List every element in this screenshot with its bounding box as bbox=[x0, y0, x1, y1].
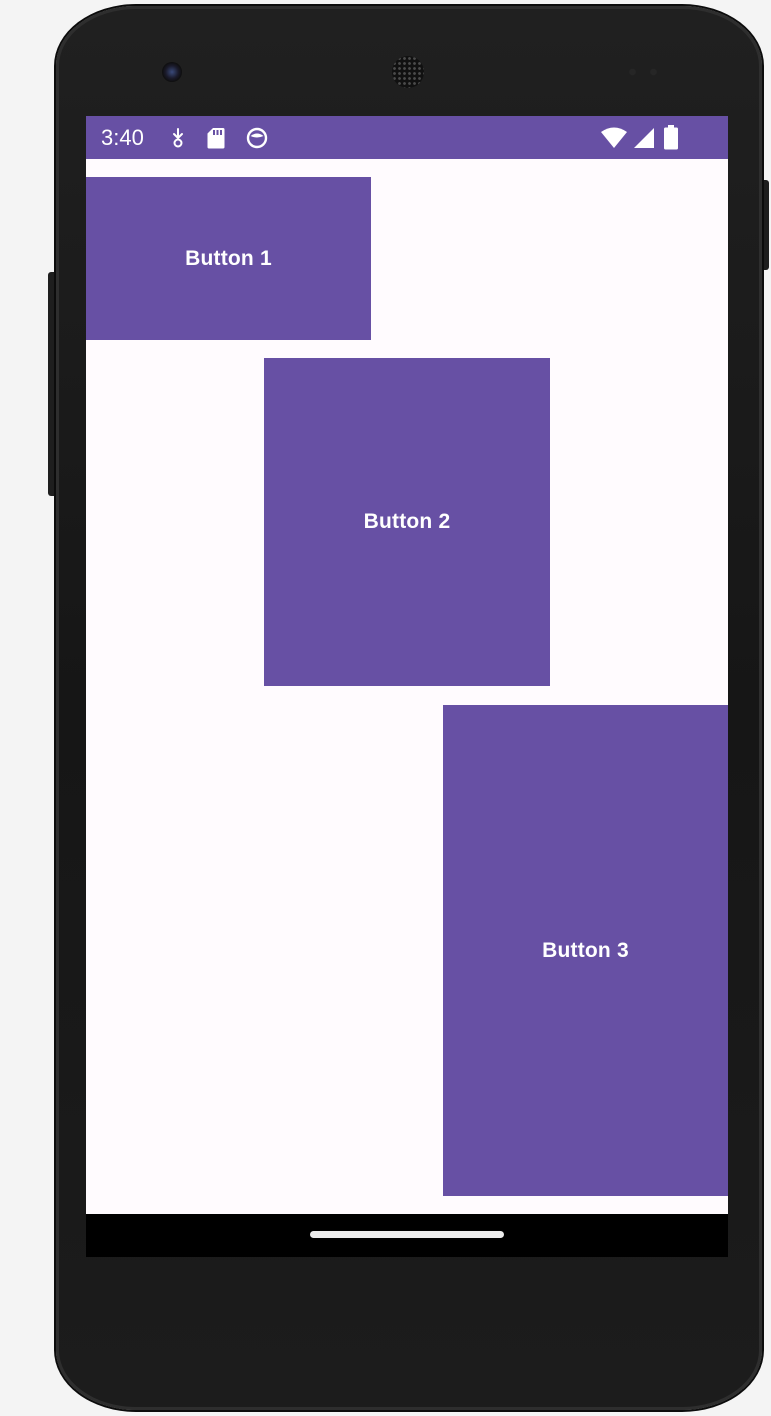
device-screen: 3:40 Button 1 Button 2 Button 3 bbox=[86, 116, 728, 1257]
button-1[interactable]: Button 1 bbox=[86, 177, 371, 340]
earpiece-speaker-icon bbox=[392, 56, 424, 88]
cellular-signal-icon bbox=[634, 128, 654, 148]
button-2[interactable]: Button 2 bbox=[264, 358, 550, 686]
front-camera-icon bbox=[162, 62, 182, 82]
status-bar: 3:40 bbox=[86, 116, 728, 159]
proximity-sensor-icon bbox=[622, 68, 664, 76]
app-notification-icon bbox=[246, 127, 268, 149]
home-gesture-handle[interactable] bbox=[310, 1231, 504, 1238]
button-3[interactable]: Button 3 bbox=[443, 705, 728, 1196]
download-icon bbox=[173, 128, 183, 148]
battery-icon bbox=[664, 125, 678, 150]
navigation-bar bbox=[86, 1214, 728, 1257]
status-time: 3:40 bbox=[101, 125, 144, 150]
wifi-icon bbox=[601, 127, 627, 148]
sd-card-icon bbox=[207, 128, 225, 149]
